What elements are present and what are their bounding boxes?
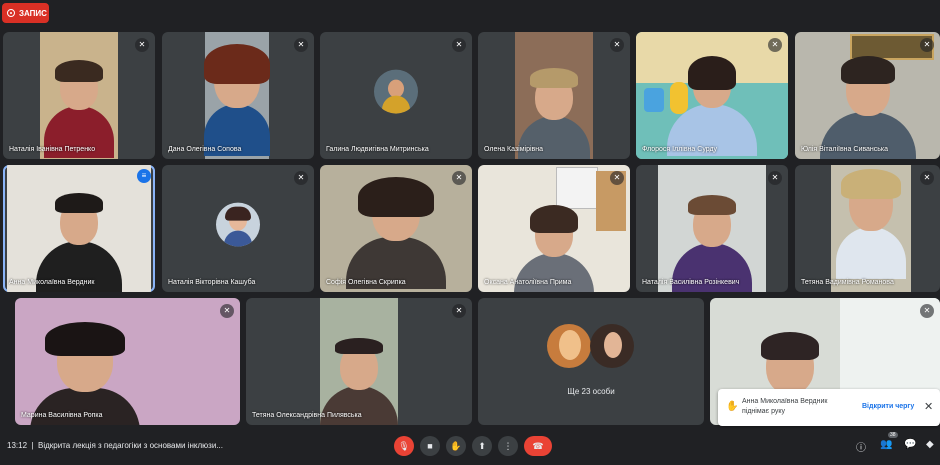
mic-off-icon: ✕ bbox=[135, 38, 149, 52]
participant-video bbox=[795, 32, 940, 159]
mic-off-icon: ✕ bbox=[920, 304, 934, 318]
separator: | bbox=[31, 441, 34, 450]
participants-count-badge: 38 bbox=[888, 432, 898, 438]
participant-video bbox=[515, 32, 593, 159]
participant-name: Наталія Вікторівна Кашуба bbox=[168, 279, 256, 286]
participant-tile[interactable]: ✕ Наталія Іванівна Петренко bbox=[3, 32, 155, 159]
participant-tile[interactable]: ✕ Наталія Василівна Розінкевич bbox=[636, 165, 788, 292]
mic-off-icon: ✕ bbox=[294, 171, 308, 185]
participant-video bbox=[15, 298, 240, 425]
mic-off-icon: ✕ bbox=[920, 171, 934, 185]
chat-icon[interactable]: 💬 bbox=[904, 439, 916, 450]
mic-off-icon: ✕ bbox=[610, 171, 624, 185]
participant-tile[interactable]: ✕ Флорося Іллівна Сурду bbox=[636, 32, 788, 159]
mic-off-icon: ✕ bbox=[294, 38, 308, 52]
participant-tile[interactable]: ✕ Марина Василівна Ропка bbox=[15, 298, 240, 425]
participant-name: Софія Олегівна Скрипка bbox=[326, 279, 406, 286]
present-icon[interactable]: ⬆ bbox=[472, 436, 492, 456]
participant-name: Олена Казімірівна bbox=[484, 146, 543, 153]
participant-tile[interactable]: ✕ Олена Казімірівна bbox=[478, 32, 630, 159]
participant-name: Галина Людвигівна Митринська bbox=[326, 146, 429, 153]
mic-off-icon[interactable]: 🎙 bbox=[394, 436, 414, 456]
camera-icon[interactable]: ■ bbox=[420, 436, 440, 456]
participant-tile[interactable]: ✕ Галина Людвигівна Митринська bbox=[320, 32, 472, 159]
mic-off-icon: ✕ bbox=[452, 304, 466, 318]
participant-name: Флорося Іллівна Сурду bbox=[642, 146, 718, 153]
more-participants-tile[interactable]: Ще 23 особи bbox=[478, 298, 704, 425]
participant-video bbox=[478, 165, 630, 292]
participant-tile[interactable]: ✕ Софія Олегівна Скрипка bbox=[320, 165, 472, 292]
participant-name: Марина Василівна Ропка bbox=[21, 412, 103, 419]
participant-tile-active-speaker[interactable]: ≡ Анна Миколаївна Вердник bbox=[3, 165, 155, 292]
hand-icon: ✋ bbox=[726, 401, 739, 412]
participant-name: Дана Олегівна Сопова bbox=[168, 146, 242, 153]
speaking-indicator-icon: ≡ bbox=[137, 169, 151, 183]
participant-avatar bbox=[374, 69, 418, 114]
more-icon[interactable]: ⋮ bbox=[498, 436, 518, 456]
participant-video bbox=[320, 298, 398, 425]
activities-icon[interactable]: ◆ bbox=[926, 439, 934, 450]
participant-name: Наталія Іванівна Петренко bbox=[9, 146, 96, 153]
recording-badge[interactable]: ЗАПИС bbox=[2, 3, 49, 23]
participant-name: Тетяна Олександрівна Пилявська bbox=[252, 412, 362, 419]
bottom-toolbar: 13:12 | Відкрита лекція з педагогіки з о… bbox=[0, 430, 940, 465]
close-icon[interactable]: ✕ bbox=[924, 400, 933, 413]
participant-video bbox=[831, 165, 911, 292]
meeting-title: Відкрита лекція з педагогіки з основами … bbox=[38, 441, 223, 450]
notification-message: Анна Миколаївна Вердник піднімає руку bbox=[742, 398, 828, 415]
hand-icon[interactable]: ✋ bbox=[446, 436, 466, 456]
participant-name: Анна Миколаївна Вердник bbox=[9, 279, 95, 286]
mic-off-icon: ✕ bbox=[220, 304, 234, 318]
mic-off-icon: ✕ bbox=[452, 38, 466, 52]
participant-name: Юлія Віталіївна Сиванська bbox=[801, 146, 889, 153]
mic-off-icon: ✕ bbox=[768, 38, 782, 52]
participant-name: Наталія Василівна Розінкевич bbox=[642, 279, 740, 286]
mic-off-icon: ✕ bbox=[610, 38, 624, 52]
participant-video bbox=[7, 165, 151, 292]
participant-video bbox=[320, 165, 472, 292]
participant-tile[interactable]: ✕ Тетяна Вадимівна Романова bbox=[795, 165, 940, 292]
mic-off-icon: ✕ bbox=[768, 171, 782, 185]
more-participants-label: Ще 23 особи bbox=[567, 387, 615, 396]
participant-video bbox=[636, 32, 788, 159]
participant-tile[interactable]: ✕ Юлія Віталіївна Сиванська bbox=[795, 32, 940, 159]
recording-label: ЗАПИС bbox=[19, 8, 47, 18]
meeting-info: 13:12 | Відкрита лекція з педагогіки з о… bbox=[7, 441, 223, 450]
participant-avatar bbox=[547, 324, 591, 368]
participant-name: Тетяна Вадимівна Романова bbox=[801, 279, 894, 286]
mic-off-icon: ✕ bbox=[920, 38, 934, 52]
participant-tile[interactable]: ✕ Тетяна Олександрівна Пилявська bbox=[246, 298, 472, 425]
participant-video bbox=[658, 165, 766, 292]
participant-tile[interactable]: ✕ Дана Олегівна Сопова bbox=[162, 32, 314, 159]
participant-tile[interactable]: ✕ Наталія Вікторівна Кашуба bbox=[162, 165, 314, 292]
participant-avatar bbox=[216, 202, 260, 247]
record-icon bbox=[7, 9, 15, 17]
participant-name: Оксана Анатоліївна Прима bbox=[484, 279, 572, 286]
participant-video bbox=[40, 32, 118, 159]
participant-video bbox=[204, 32, 270, 159]
participant-avatar bbox=[590, 324, 634, 368]
info-icon[interactable]: ⓘ bbox=[856, 439, 866, 454]
raise-hand-notification: ✋ Анна Миколаївна Вердник піднімає руку … bbox=[718, 389, 940, 426]
participant-tile[interactable]: ✕ Оксана Анатоліївна Прима bbox=[478, 165, 630, 292]
clock-time: 13:12 bbox=[7, 441, 28, 450]
end-call-icon[interactable]: ☎ bbox=[524, 436, 552, 456]
mic-off-icon: ✕ bbox=[452, 171, 466, 185]
open-queue-link[interactable]: Відкрити чергу bbox=[862, 403, 914, 410]
people-icon[interactable]: 👥 bbox=[880, 439, 892, 450]
